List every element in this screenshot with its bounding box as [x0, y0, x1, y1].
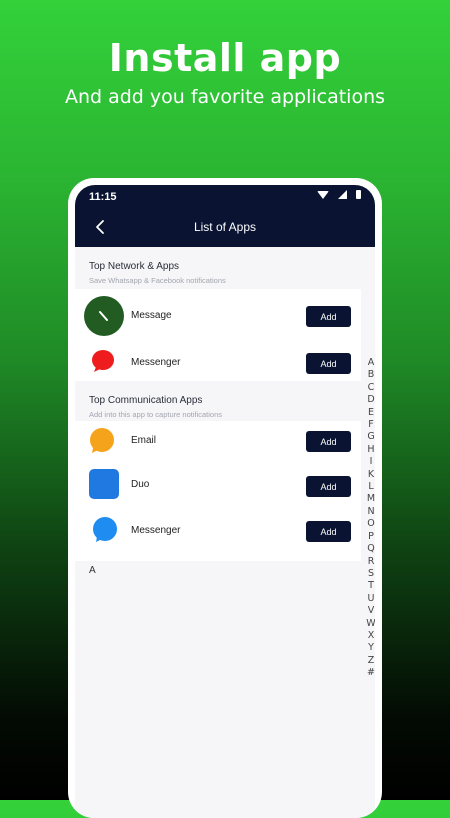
list-item: Messenger Add [75, 511, 361, 551]
index-letter[interactable]: E [368, 407, 374, 419]
index-letter[interactable]: A [368, 357, 375, 369]
index-letter[interactable]: G [367, 431, 374, 443]
index-letter[interactable]: W [366, 618, 375, 630]
app-name: Duo [131, 479, 150, 490]
list-section-letter: A [89, 565, 96, 576]
app-name: Messenger [131, 357, 181, 368]
index-letter[interactable]: M [367, 493, 375, 505]
index-letter[interactable]: D [367, 394, 374, 406]
section-subtitle: Add into this app to capture notificatio… [89, 410, 223, 419]
phone-frame: 11:15 List of Apps Top Network & Apps Sa… [68, 178, 382, 818]
index-letter[interactable]: U [368, 593, 375, 605]
index-letter[interactable]: L [368, 481, 373, 493]
communication-apps-card: Email Add Duo Add Messenger Add [75, 421, 361, 561]
index-letter[interactable]: C [368, 382, 375, 394]
index-letter[interactable]: H [367, 444, 374, 456]
index-letter[interactable]: V [368, 605, 375, 617]
section-title: Top Communication Apps [89, 395, 203, 406]
status-icons [317, 190, 361, 199]
index-letter[interactable]: O [367, 518, 374, 530]
index-letter[interactable]: Y [368, 642, 374, 654]
signal-icon [338, 190, 347, 199]
list-item: Email Add [75, 421, 361, 461]
app-screen: 11:15 List of Apps Top Network & Apps Sa… [75, 185, 375, 818]
promo-subtitle: And add you favorite applications [64, 86, 386, 108]
app-name: Message [131, 310, 172, 321]
index-letter[interactable]: # [367, 667, 375, 679]
app-name: Messenger [131, 525, 181, 536]
list-item: Message Add [75, 296, 361, 336]
index-letter[interactable]: Q [367, 543, 374, 555]
promo-title: Install app [108, 36, 342, 80]
battery-icon [356, 190, 361, 199]
add-button[interactable]: Add [306, 521, 351, 542]
alphabet-index[interactable]: A B C D E F G H I K L M N O P Q R S T U V W X Y Z # [364, 357, 375, 680]
index-letter[interactable]: Z [368, 655, 375, 667]
index-letter[interactable]: N [367, 506, 374, 518]
index-letter[interactable]: P [368, 531, 374, 543]
email-icon [90, 428, 114, 453]
messenger-icon [92, 350, 114, 372]
index-letter[interactable]: B [368, 369, 375, 381]
page-title: List of Apps [193, 220, 257, 234]
network-apps-card: Message Add Messenger Add [75, 289, 361, 381]
section-subtitle: Save Whatsapp & Facebook notifications [89, 276, 226, 285]
index-letter[interactable]: I [370, 456, 373, 468]
add-button[interactable]: Add [306, 431, 351, 452]
index-letter[interactable]: R [368, 556, 375, 568]
message-icon [84, 296, 124, 336]
add-button[interactable]: Add [306, 476, 351, 497]
index-letter[interactable]: S [368, 568, 374, 580]
index-letter[interactable]: T [368, 580, 374, 592]
index-letter[interactable]: X [368, 630, 375, 642]
index-letter[interactable]: F [368, 419, 373, 431]
add-button[interactable]: Add [306, 306, 351, 327]
list-item: Duo Add [75, 465, 361, 505]
section-title: Top Network & Apps [89, 261, 180, 272]
section-header-network: Top Network & Apps Save Whatsapp & Faceb… [89, 261, 226, 285]
status-time: 11:15 [89, 191, 117, 203]
duo-icon [89, 469, 119, 499]
index-letter[interactable]: K [368, 469, 374, 481]
wifi-icon [317, 190, 329, 199]
app-bar: 11:15 List of Apps [75, 185, 375, 247]
list-item: Messenger Add [75, 343, 361, 383]
messenger-icon [93, 517, 117, 542]
app-name: Email [131, 435, 157, 446]
add-button[interactable]: Add [306, 353, 351, 374]
section-header-communication: Top Communication Apps Add into this app… [89, 395, 222, 419]
